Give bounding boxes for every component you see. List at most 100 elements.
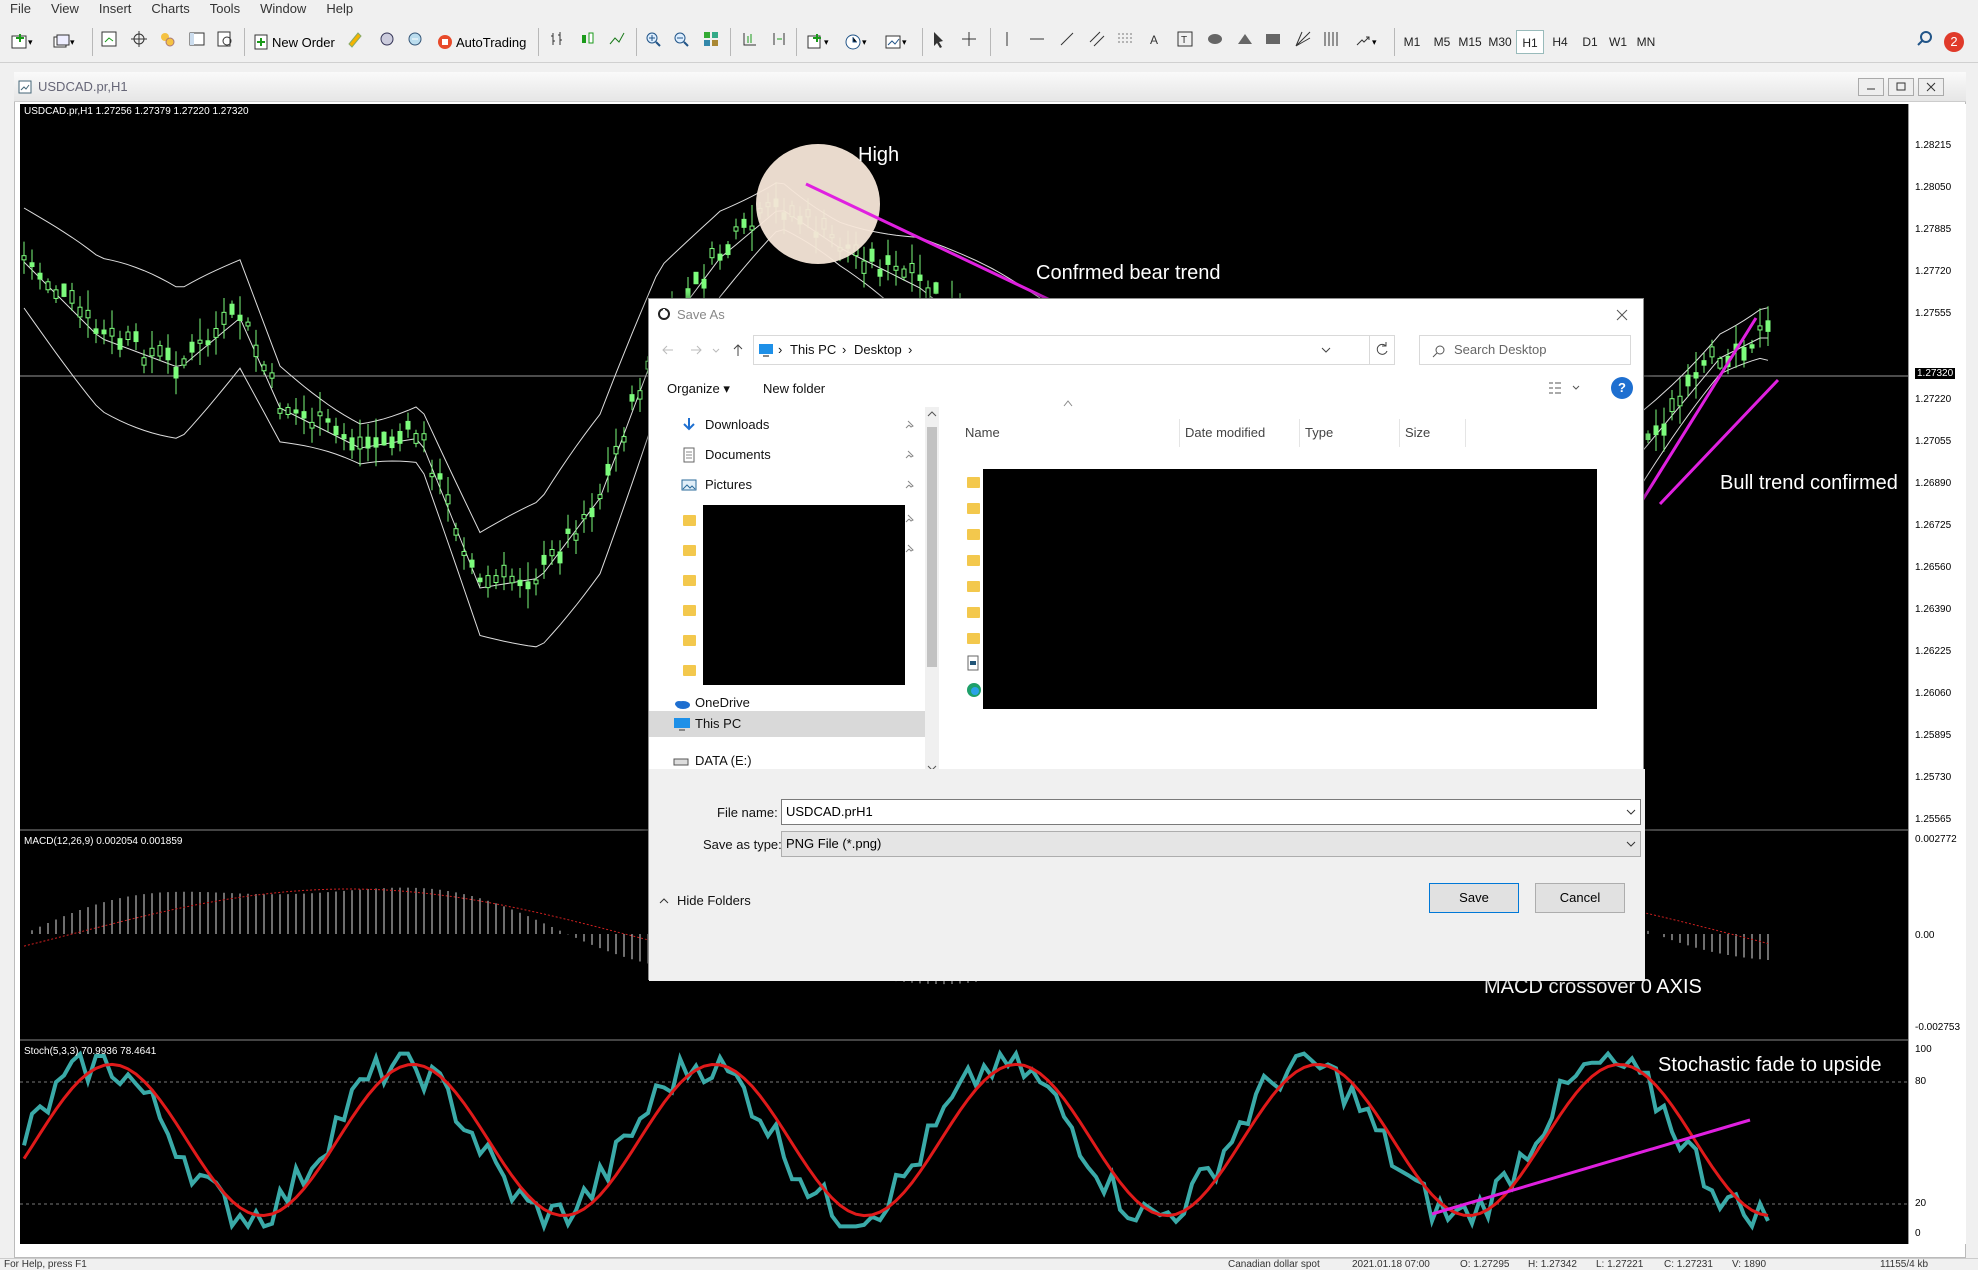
search-icon[interactable] [1916, 30, 1934, 48]
timeframe-mn[interactable]: MN [1632, 30, 1660, 54]
autotrading-button[interactable]: AutoTrading [436, 30, 526, 54]
organize-button[interactable]: Organize ▾ [667, 381, 730, 397]
breadcrumb-this-pc[interactable]: This PC [790, 342, 836, 357]
dialog-close-button[interactable] [1607, 303, 1637, 327]
menu-window[interactable]: Window [250, 0, 316, 18]
ellipse-icon[interactable] [1206, 30, 1224, 48]
horizontal-line-icon[interactable] [1028, 30, 1046, 48]
market-watch-icon[interactable] [100, 30, 118, 48]
timeframe-m30[interactable]: M30 [1486, 30, 1514, 54]
fibonacci-icon[interactable] [1116, 30, 1134, 48]
onedrive-icon [675, 701, 690, 709]
chevron-down-icon[interactable] [1626, 840, 1636, 848]
nav-scrollbar[interactable] [925, 407, 939, 775]
save-button[interactable]: Save [1429, 883, 1519, 913]
menu-charts[interactable]: Charts [141, 0, 199, 18]
candle-body [1709, 346, 1715, 358]
autoscroll-icon[interactable] [740, 30, 758, 48]
timeframe-h1[interactable]: H1 [1516, 30, 1544, 54]
menu-help[interactable]: Help [316, 0, 363, 18]
signals-icon[interactable] [378, 30, 396, 48]
new-folder-button[interactable]: New folder [763, 381, 825, 396]
price-axis[interactable]: 1.28215 1.28050 1.27885 1.27720 1.27555 … [1908, 104, 1966, 1244]
metaeditor-icon[interactable] [346, 30, 364, 48]
nav-this-pc-row[interactable]: This PC [649, 711, 925, 737]
trendline-icon[interactable] [1058, 30, 1076, 48]
column-name[interactable]: Name [965, 425, 1000, 440]
refresh-button[interactable] [1369, 335, 1395, 365]
view-options-button[interactable] [1545, 377, 1585, 399]
save-type-select[interactable]: PNG File (*.png) [781, 831, 1641, 857]
chart-maximize-button[interactable] [1888, 78, 1914, 96]
navigator-icon[interactable] [158, 30, 176, 48]
timeframe-m15[interactable]: M15 [1456, 30, 1484, 54]
scroll-up-icon[interactable] [925, 407, 939, 421]
line-chart-icon[interactable] [608, 30, 626, 48]
templates-button[interactable]: ▾ [884, 30, 907, 54]
menu-view[interactable]: View [41, 0, 89, 18]
timeframe-d1[interactable]: D1 [1576, 30, 1604, 54]
timeframe-w1[interactable]: W1 [1604, 30, 1632, 54]
chart-minimize-button[interactable] [1858, 78, 1884, 96]
new-order-button[interactable]: New Order [252, 30, 335, 54]
profiles-icon [53, 34, 70, 48]
back-arrow-icon[interactable] [659, 341, 677, 359]
nav-documents[interactable]: Documents [705, 443, 771, 467]
address-dropdown-icon[interactable] [1320, 344, 1332, 356]
zoom-in-icon[interactable] [644, 30, 662, 48]
recent-dropdown-icon[interactable] [711, 345, 721, 355]
zoom-out-icon[interactable] [672, 30, 690, 48]
alerts-badge[interactable]: 2 [1944, 30, 1964, 54]
nav-scrollbar-thumb[interactable] [927, 427, 937, 667]
menu-insert[interactable]: Insert [89, 0, 142, 18]
column-date-modified[interactable]: Date modified [1185, 425, 1265, 440]
cancel-button[interactable]: Cancel [1535, 883, 1625, 913]
timeframe-h4[interactable]: H4 [1546, 30, 1574, 54]
address-bar[interactable]: › This PC › Desktop › [753, 335, 1395, 365]
crosshair-icon[interactable] [130, 30, 148, 48]
triangle-icon[interactable] [1236, 30, 1254, 48]
gann-fan-icon[interactable] [1294, 30, 1312, 48]
menu-file[interactable]: File [0, 0, 41, 18]
pin-icon[interactable] [903, 419, 915, 431]
arrows-button[interactable]: ▾ [1354, 30, 1377, 54]
cursor-icon[interactable] [930, 30, 948, 48]
chart-shift-icon[interactable] [770, 30, 788, 48]
nav-downloads[interactable]: Downloads [705, 413, 769, 437]
timeframe-m5[interactable]: M5 [1428, 30, 1456, 54]
crosshair-tool-icon[interactable] [960, 30, 978, 48]
profiles-button[interactable]: ▾ [52, 30, 75, 54]
tile-windows-icon[interactable] [702, 30, 720, 48]
terminal-icon[interactable] [188, 30, 206, 48]
bar-chart-icon[interactable] [548, 30, 566, 48]
pin-icon[interactable] [903, 449, 915, 461]
timeframe-m1[interactable]: M1 [1398, 30, 1426, 54]
forward-arrow-icon[interactable] [687, 341, 705, 359]
rectangle-icon[interactable] [1264, 30, 1282, 48]
channel-icon[interactable] [1088, 30, 1106, 48]
vertical-line-icon[interactable] [998, 30, 1016, 48]
text-icon[interactable]: A [1146, 30, 1164, 48]
chevron-down-icon[interactable] [1626, 808, 1636, 816]
folder-icon [683, 545, 696, 556]
search-box[interactable]: Search Desktop [1419, 335, 1631, 365]
cycle-lines-icon[interactable] [1322, 30, 1340, 48]
vps-icon[interactable] [406, 30, 424, 48]
column-size[interactable]: Size [1405, 425, 1430, 440]
column-type[interactable]: Type [1305, 425, 1333, 440]
nav-pictures[interactable]: Pictures [705, 473, 752, 497]
help-button[interactable]: ? [1611, 377, 1633, 399]
periods-button[interactable]: ▾ [844, 30, 867, 54]
file-name-input[interactable]: USDCAD.prH1 [781, 799, 1641, 825]
menu-tools[interactable]: Tools [200, 0, 250, 18]
text-label-icon[interactable]: T [1176, 30, 1194, 48]
new-chart-button[interactable]: ▾ [10, 30, 33, 54]
up-arrow-icon[interactable] [729, 341, 747, 359]
hide-folders-toggle[interactable]: Hide Folders [659, 891, 789, 913]
pin-icon[interactable] [903, 479, 915, 491]
strategy-tester-icon[interactable] [216, 30, 234, 48]
indicators-button[interactable]: ▾ [806, 30, 829, 54]
candlestick-icon[interactable] [578, 30, 596, 48]
chart-close-button[interactable] [1918, 78, 1944, 96]
breadcrumb-desktop[interactable]: Desktop [854, 342, 902, 357]
